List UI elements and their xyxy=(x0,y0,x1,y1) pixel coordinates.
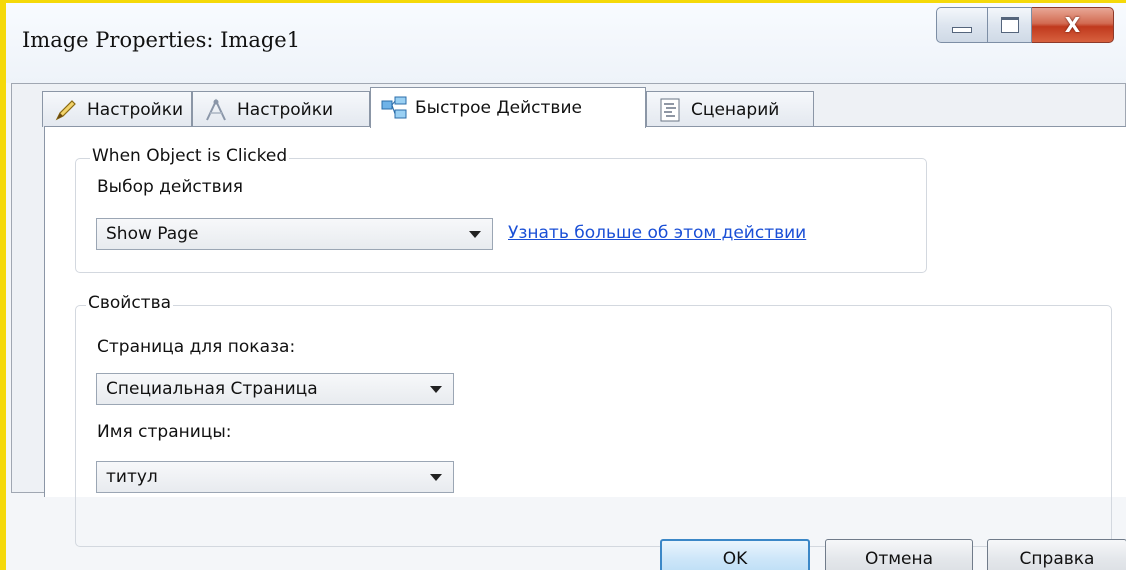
tab-content: When Object is Clicked Выбор действия Sh… xyxy=(44,126,1126,547)
action-select-value: Show Page xyxy=(106,224,199,244)
page-name-value: титул xyxy=(106,467,158,487)
cancel-button[interactable]: Отмена xyxy=(825,539,973,570)
tab-script[interactable]: Сценарий xyxy=(646,91,814,127)
script-icon xyxy=(657,97,683,123)
title-bar[interactable]: Image Properties: Image1 X xyxy=(6,3,1126,83)
click-action-group: When Object is Clicked Выбор действия Sh… xyxy=(75,146,927,273)
page-to-show-value: Специальная Страница xyxy=(106,379,318,399)
tab-label: Настройки xyxy=(237,99,334,120)
tab-label: Быстрое Действие xyxy=(415,98,582,118)
chevron-down-icon xyxy=(430,474,442,481)
maximize-button[interactable] xyxy=(988,7,1032,43)
help-button-label: Справка xyxy=(1019,549,1095,569)
properties-group: Свойства Страница для показа: Специальна… xyxy=(75,293,1112,547)
page-name-select[interactable]: титул xyxy=(96,461,454,493)
dialog-window: Image Properties: Image1 X Настройки Нас… xyxy=(0,0,1126,570)
window-controls: X xyxy=(936,7,1114,43)
group-legend: Свойства xyxy=(86,293,174,313)
quick-action-icon xyxy=(381,95,407,121)
tab-quick-action[interactable]: Быстрое Действие xyxy=(370,87,646,128)
action-select[interactable]: Show Page xyxy=(96,218,493,250)
ok-button-label: OK xyxy=(722,549,748,569)
learn-more-link[interactable]: Узнать больше об этом действии xyxy=(508,223,806,243)
window-title: Image Properties: Image1 xyxy=(22,28,301,52)
compass-icon xyxy=(203,97,229,123)
minimize-icon xyxy=(952,27,972,33)
tab-label: Сценарий xyxy=(691,99,780,120)
chevron-down-icon xyxy=(430,386,442,393)
tab-settings-2[interactable]: Настройки xyxy=(192,91,370,127)
tab-settings[interactable]: Настройки xyxy=(42,91,192,127)
chevron-down-icon xyxy=(469,231,481,238)
help-button[interactable]: Справка xyxy=(987,539,1126,570)
group-legend: When Object is Clicked xyxy=(90,146,290,166)
page-to-show-label: Страница для показа: xyxy=(97,337,296,357)
page-name-label: Имя страницы: xyxy=(97,422,232,442)
maximize-icon xyxy=(1000,17,1019,33)
pencil-icon xyxy=(53,97,79,123)
minimize-button[interactable] xyxy=(936,7,988,43)
ok-button[interactable]: OK xyxy=(660,539,810,570)
action-label: Выбор действия xyxy=(97,177,243,197)
tab-label: Настройки xyxy=(87,99,184,120)
close-icon: X xyxy=(1064,13,1081,37)
cancel-button-label: Отмена xyxy=(864,549,934,569)
page-to-show-select[interactable]: Специальная Страница xyxy=(96,373,454,405)
close-button[interactable]: X xyxy=(1032,7,1114,43)
